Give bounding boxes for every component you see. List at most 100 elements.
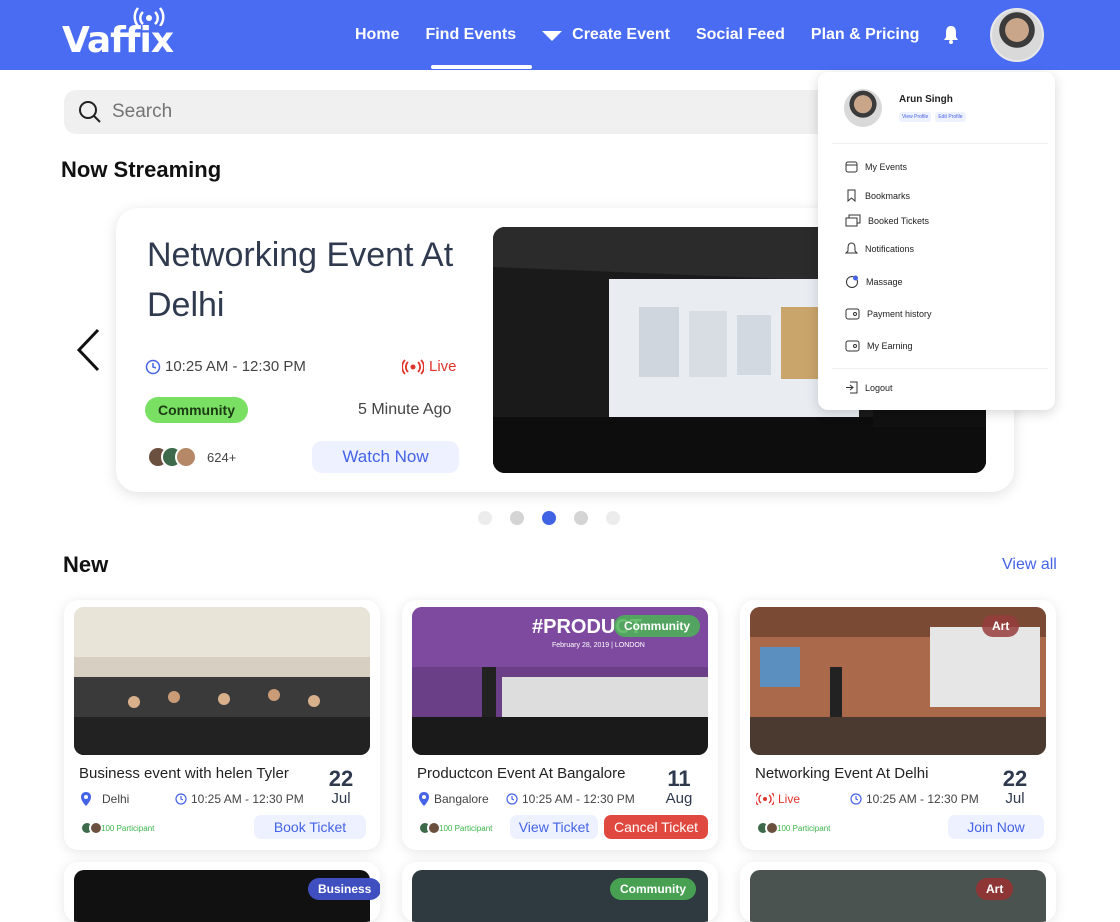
event-month: Aug <box>665 790 693 807</box>
live-label: Live <box>429 358 457 375</box>
event-location: Bangalore <box>418 792 489 806</box>
nav-create-event[interactable]: Create Event <box>542 26 670 44</box>
tickets-icon <box>845 214 861 227</box>
participant-count: 100 Participant <box>777 823 831 833</box>
user-avatar[interactable] <box>990 8 1044 62</box>
event-day: 22 <box>328 766 354 791</box>
event-title: Business event with helen Tyler <box>79 765 289 782</box>
event-time: 10:25 AM - 12:30 PM <box>175 792 304 806</box>
participant-count: 100 Participant <box>439 823 493 833</box>
avatar <box>844 89 882 127</box>
event-live-text: Live <box>778 792 801 806</box>
event-time: 10:25 AM - 12:30 PM <box>850 792 979 806</box>
carousel-prev-icon[interactable] <box>76 328 100 372</box>
menu-item-label: Booked Tickets <box>868 215 930 226</box>
event-card[interactable]: Business <box>64 862 380 922</box>
event-live-status: Live <box>756 792 800 806</box>
carousel-dot[interactable] <box>574 511 588 525</box>
live-broadcast-icon <box>756 793 774 805</box>
nav-home[interactable]: Home <box>355 26 399 44</box>
search-icon <box>79 101 101 123</box>
nav-find-events[interactable]: Find Events <box>425 26 532 69</box>
nav-create-event-label: Create Event <box>572 26 670 43</box>
profile-name: Arun Singh <box>899 94 953 105</box>
carousel-dot[interactable] <box>478 511 492 525</box>
wallet-icon <box>845 340 860 352</box>
menu-item-label: Massage <box>866 277 903 287</box>
category-tag: Art <box>976 878 1014 900</box>
join-now-button[interactable]: Join Now <box>948 815 1044 839</box>
event-card[interactable]: Business event with helen Tyler 22 Jul D… <box>64 600 380 850</box>
event-day: 11 <box>667 766 691 791</box>
calendar-icon <box>845 161 858 173</box>
event-day: 22 <box>1002 766 1028 791</box>
live-broadcast-icon <box>402 358 424 375</box>
attendee-avatars: 624+ <box>147 446 236 468</box>
top-navbar: Vaffix Home Find Events Create Event Soc… <box>0 0 1120 70</box>
participant-count: 100 Participant <box>101 823 155 833</box>
streaming-time: 10:25 AM - 12:30 PM <box>145 358 306 375</box>
live-indicator: Live <box>402 358 457 375</box>
view-all-link[interactable]: View all <box>1002 556 1057 574</box>
menu-item-message[interactable]: Massage <box>845 275 903 289</box>
menu-item-label: Bookmarks <box>865 190 911 201</box>
event-card[interactable]: #PRODUCT February 28, 2019 | LONDON Commu… <box>402 600 718 850</box>
location-pin-icon <box>81 792 91 806</box>
menu-item-payment-history[interactable]: Payment history <box>845 307 932 320</box>
wallet-icon <box>845 308 860 320</box>
event-participants: 100 Participant <box>80 821 154 835</box>
category-tag: Community <box>614 615 700 637</box>
event-card[interactable]: Art <box>740 862 1056 922</box>
carousel-dot-active[interactable] <box>542 511 556 525</box>
menu-item-label: Notifications <box>865 244 915 254</box>
avatar <box>175 446 197 468</box>
nav-plan-pricing[interactable]: Plan & Pricing <box>811 26 919 44</box>
caret-down-icon <box>542 31 563 41</box>
menu-item-notifications[interactable]: Notifications <box>845 242 914 256</box>
menu-item-bookmarks[interactable]: Bookmarks <box>845 189 910 202</box>
event-time-text: 10:25 AM - 12:30 PM <box>522 792 635 806</box>
view-ticket-button[interactable]: View Ticket <box>510 815 598 839</box>
event-title: Networking Event At Delhi <box>755 765 929 782</box>
event-location-text: Bangalore <box>434 792 489 806</box>
event-participants: 100 Participant <box>756 821 830 835</box>
brand-logo[interactable]: Vaffix <box>62 20 174 61</box>
search-input[interactable] <box>112 101 712 123</box>
notification-bell-icon[interactable] <box>943 25 959 45</box>
event-month: Jul <box>331 790 351 807</box>
streaming-ago: 5 Minute Ago <box>358 401 452 418</box>
menu-item-logout[interactable]: Logout <box>845 381 893 394</box>
carousel-dot[interactable] <box>510 511 524 525</box>
menu-item-booked-tickets[interactable]: Booked Tickets <box>845 214 929 227</box>
menu-item-my-earning[interactable]: My Earning <box>845 339 913 352</box>
menu-item-label: Logout <box>865 382 893 393</box>
category-tag: Art <box>982 615 1020 637</box>
edit-profile-link[interactable]: Edit Profile <box>935 112 966 122</box>
carousel-dot[interactable] <box>606 511 620 525</box>
event-card[interactable]: Art Networking Event At Delhi 22 Jul Liv… <box>740 600 1056 850</box>
chat-icon <box>846 275 858 288</box>
location-pin-icon <box>419 792 429 806</box>
streaming-title: Networking Event At Delhi <box>147 236 454 324</box>
nav-social-feed[interactable]: Social Feed <box>696 26 785 44</box>
cancel-ticket-button[interactable]: Cancel Ticket <box>604 815 708 839</box>
book-ticket-button[interactable]: Book Ticket <box>254 815 366 839</box>
event-time-text: 10:25 AM - 12:30 PM <box>866 792 979 806</box>
event-time: 10:25 AM - 12:30 PM <box>506 792 635 806</box>
clock-icon <box>175 793 187 805</box>
event-card[interactable]: Community <box>402 862 718 922</box>
event-month: Jul <box>1005 790 1025 807</box>
category-tag: Business <box>308 878 380 900</box>
view-profile-link[interactable]: View Profile <box>899 112 932 122</box>
clock-icon <box>145 359 161 374</box>
menu-item-label: My Events <box>865 161 908 172</box>
category-tag: Community <box>145 397 248 423</box>
new-heading: New <box>63 552 109 577</box>
streaming-time-text: 10:25 AM - 12:30 PM <box>165 358 306 375</box>
event-participants: 100 Participant <box>418 821 492 835</box>
profile-dropdown-menu: Arun Singh View Profile Edit Profile My … <box>818 72 1055 410</box>
watch-now-button[interactable]: Watch Now <box>312 441 459 473</box>
event-location-text: Delhi <box>102 792 130 806</box>
event-title: Productcon Event At Bangalore <box>417 765 626 782</box>
menu-item-my-events[interactable]: My Events <box>845 160 907 173</box>
